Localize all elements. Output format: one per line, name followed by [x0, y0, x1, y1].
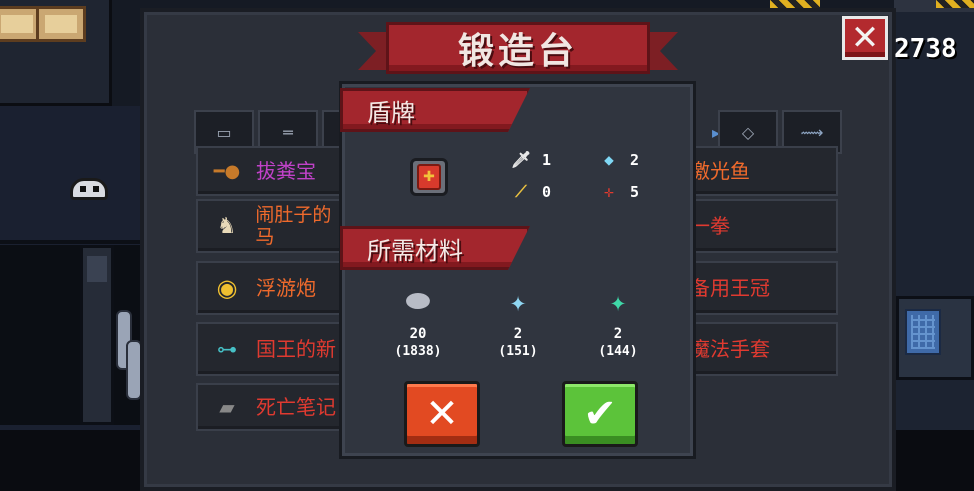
item-name: 闹肚子的马 — [255, 204, 332, 248]
item-name: 一拳 — [694, 214, 730, 238]
stat-energy: ◆ 2 — [598, 150, 639, 169]
blue-crystal-icon: ✦ — [509, 284, 527, 318]
material-owned: (1838) — [394, 344, 442, 359]
drone-icon: ◉ — [216, 274, 238, 302]
stat-damage-value: 1 — [542, 150, 552, 169]
item-thumbnail: ━● — [204, 151, 250, 191]
material-green-crystal: ✦ 2 (144) — [578, 284, 658, 360]
horse-icon: ♞ — [216, 213, 237, 239]
stat-accuracy-value: 5 — [630, 182, 640, 201]
item-name: 死亡笔记 — [256, 395, 336, 419]
close-icon: ✕ — [425, 391, 459, 437]
diamond-icon: ◇ — [741, 122, 755, 142]
background-right-wall — [894, 0, 974, 491]
energy-diamond-icon: ◆ — [604, 150, 614, 169]
item-name: 国王的新 — [256, 337, 336, 361]
console-screen — [905, 309, 941, 355]
material-blue-crystal: ✦ 2 (151) — [478, 284, 558, 360]
skull-decoration — [70, 178, 108, 200]
stat-accuracy: ✛ 5 — [598, 182, 639, 201]
page-title: 锻造台 — [457, 31, 578, 72]
floor-divider — [0, 240, 140, 244]
crosshair-icon: ✛ — [604, 182, 614, 201]
sword-icon: ━● — [213, 160, 241, 182]
material-owned: (144) — [598, 344, 638, 359]
list-item[interactable]: 备用王冠 — [694, 261, 838, 315]
material-ore: ⬬ 20 (1838) — [378, 284, 458, 359]
notebook-icon: ▰ — [219, 395, 235, 419]
hazard-stripe — [936, 0, 974, 8]
fish-icon: ⟿ — [800, 122, 824, 142]
painting-frame — [36, 6, 86, 42]
item-thumbnail: ▰ — [204, 387, 250, 427]
materials-title: 所需材料 — [367, 236, 463, 265]
gem-counter: 2738 — [894, 34, 957, 64]
background-wall — [0, 0, 112, 106]
material-required: 2 — [613, 326, 623, 342]
stat-crit: ⟋ 0 — [510, 182, 551, 202]
title-banner: 锻造台 — [358, 22, 678, 80]
hazard-stripe — [770, 0, 820, 8]
item-thumbnail: ⊶ — [204, 329, 250, 369]
item-thumbnail: ♞ — [204, 206, 249, 246]
item-thumbnail: ◉ — [204, 268, 250, 308]
sword-icon: 🗡 — [510, 150, 532, 169]
cannon-icon: ⊶ — [217, 337, 237, 361]
rifle-icon: ═ — [283, 122, 293, 142]
material-owned: (151) — [498, 344, 538, 359]
material-required: 20 — [409, 326, 427, 342]
check-icon: ✔ — [583, 391, 617, 437]
list-item[interactable]: ♞ 闹肚子的马 — [196, 199, 344, 253]
stat-damage: 🗡 1 — [510, 150, 551, 169]
list-item[interactable]: ▰ 死亡笔记 — [196, 383, 344, 431]
list-item[interactable]: ◉ 浮游炮 — [196, 261, 344, 315]
item-name: 浮游炮 — [256, 276, 316, 300]
list-item[interactable]: 一拳 — [694, 199, 838, 253]
stat-energy-value: 2 — [630, 150, 640, 169]
list-item[interactable]: ━● 拔粪宝 — [196, 146, 344, 196]
item-name: 魔法手套 — [694, 337, 770, 361]
computer-console — [896, 296, 974, 380]
list-item[interactable]: 魔法手套 — [694, 322, 838, 376]
ore-icon: ⬬ — [406, 284, 430, 317]
banner-body: 锻造台 — [386, 22, 650, 74]
item-name: 激光鱼 — [694, 159, 750, 183]
pistol-icon: ▭ — [216, 122, 232, 142]
green-crystal-icon: ✦ — [609, 284, 627, 318]
item-detail-popup: 盾牌 🗡 1 ◆ 2 ⟋ 0 ✛ 5 所需材料 ⬬ 20 (1838) ✦ 2 … — [339, 81, 696, 459]
item-name: 拔粪宝 — [256, 159, 316, 183]
confirm-button[interactable]: ✔ — [562, 381, 638, 447]
close-button[interactable]: ✕ — [842, 16, 888, 60]
close-icon: ✕ — [850, 18, 880, 58]
background-pillar — [80, 245, 114, 425]
crit-knife-icon: ⟋ — [515, 182, 527, 201]
stat-crit-value: 0 — [542, 183, 552, 201]
shield-icon — [410, 158, 448, 196]
list-item[interactable]: 激光鱼 — [694, 146, 838, 196]
item-title: 盾牌 — [367, 98, 415, 127]
materials-ribbon: 所需材料 — [340, 226, 530, 270]
list-item[interactable]: ⊶ 国王的新 — [196, 322, 344, 376]
item-name-ribbon: 盾牌 — [340, 88, 530, 132]
item-name: 备用王冠 — [694, 276, 770, 300]
material-required: 2 — [513, 326, 523, 342]
cancel-button[interactable]: ✕ — [404, 381, 480, 447]
